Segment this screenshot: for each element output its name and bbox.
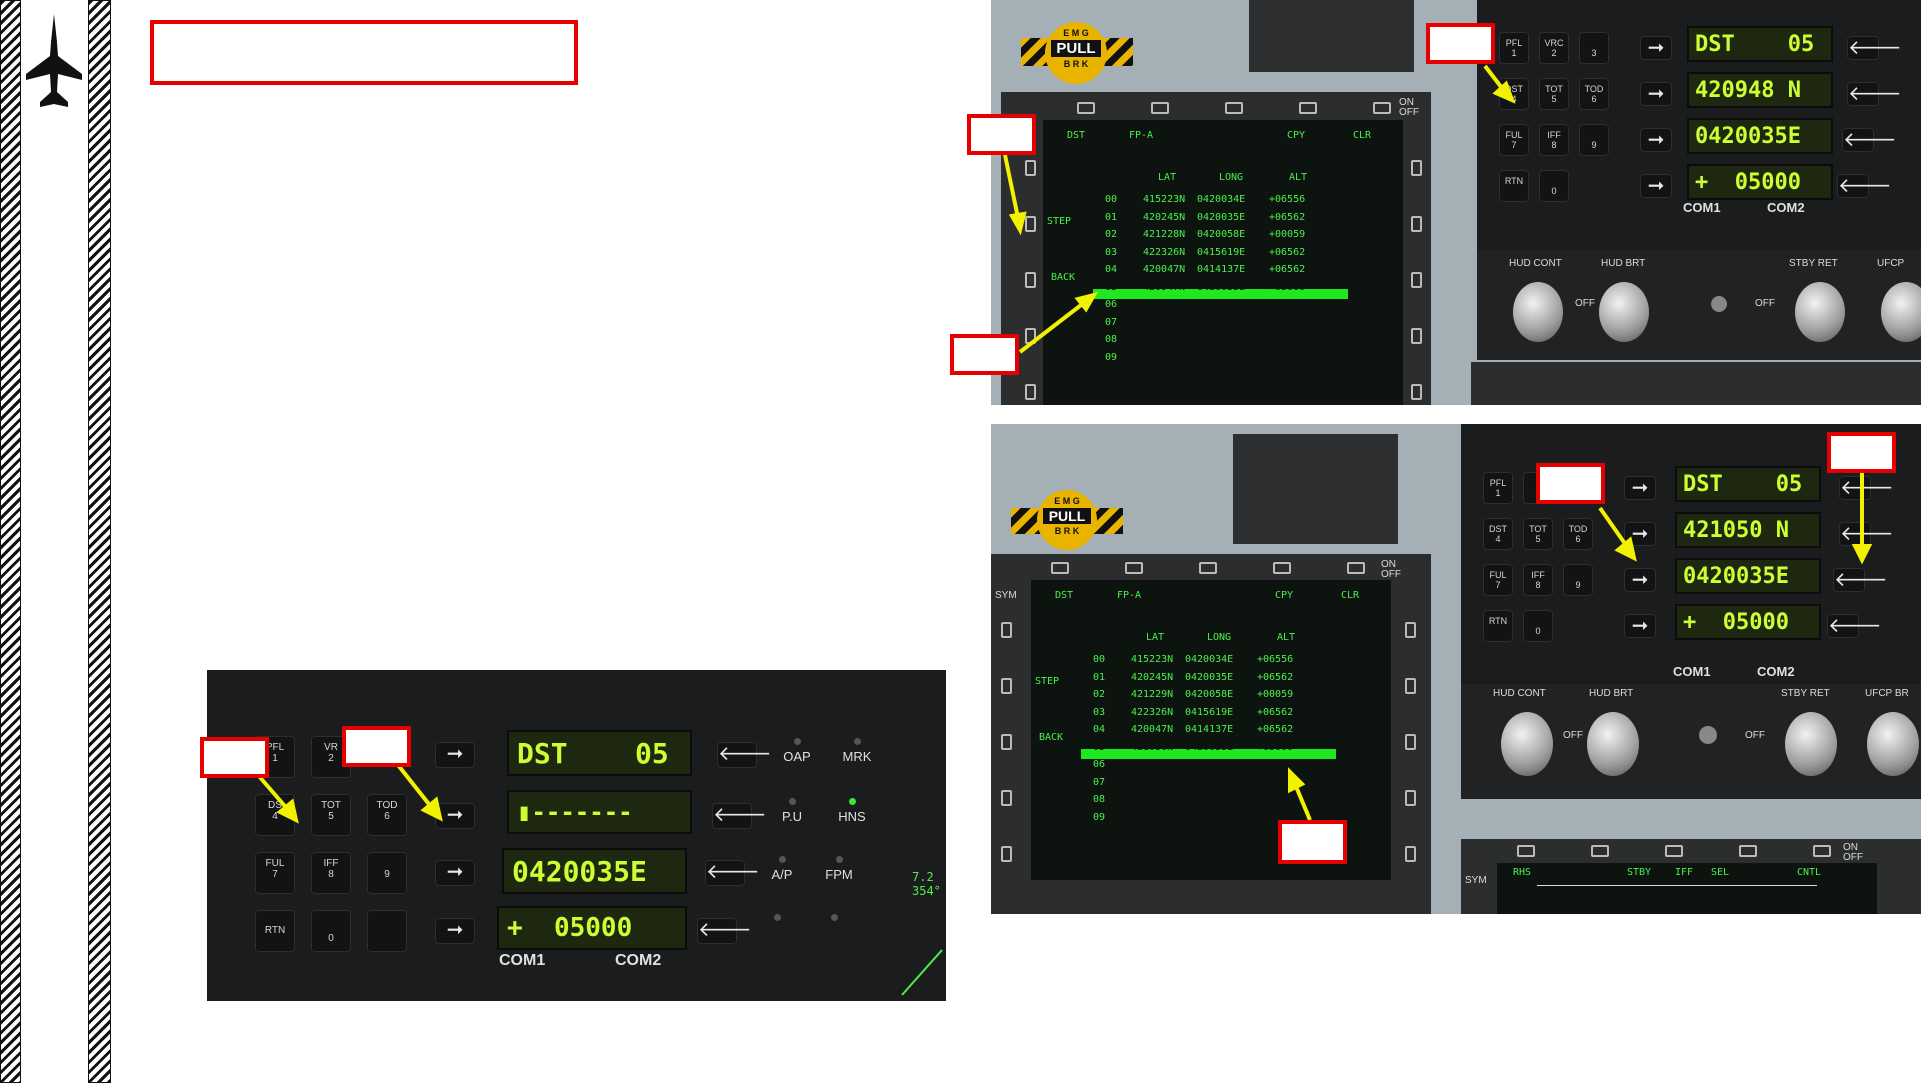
callout-box-8 bbox=[1278, 820, 1347, 864]
callout-box-4 bbox=[967, 114, 1036, 155]
callout-box-3 bbox=[1426, 23, 1495, 64]
callout-box-2 bbox=[342, 726, 411, 767]
callout-arrows bbox=[256, 64, 1873, 824]
callout-box-1 bbox=[200, 737, 269, 778]
callout-box-6 bbox=[1536, 463, 1605, 504]
callout-box-5 bbox=[950, 334, 1019, 375]
callout-box-7 bbox=[1827, 432, 1896, 473]
